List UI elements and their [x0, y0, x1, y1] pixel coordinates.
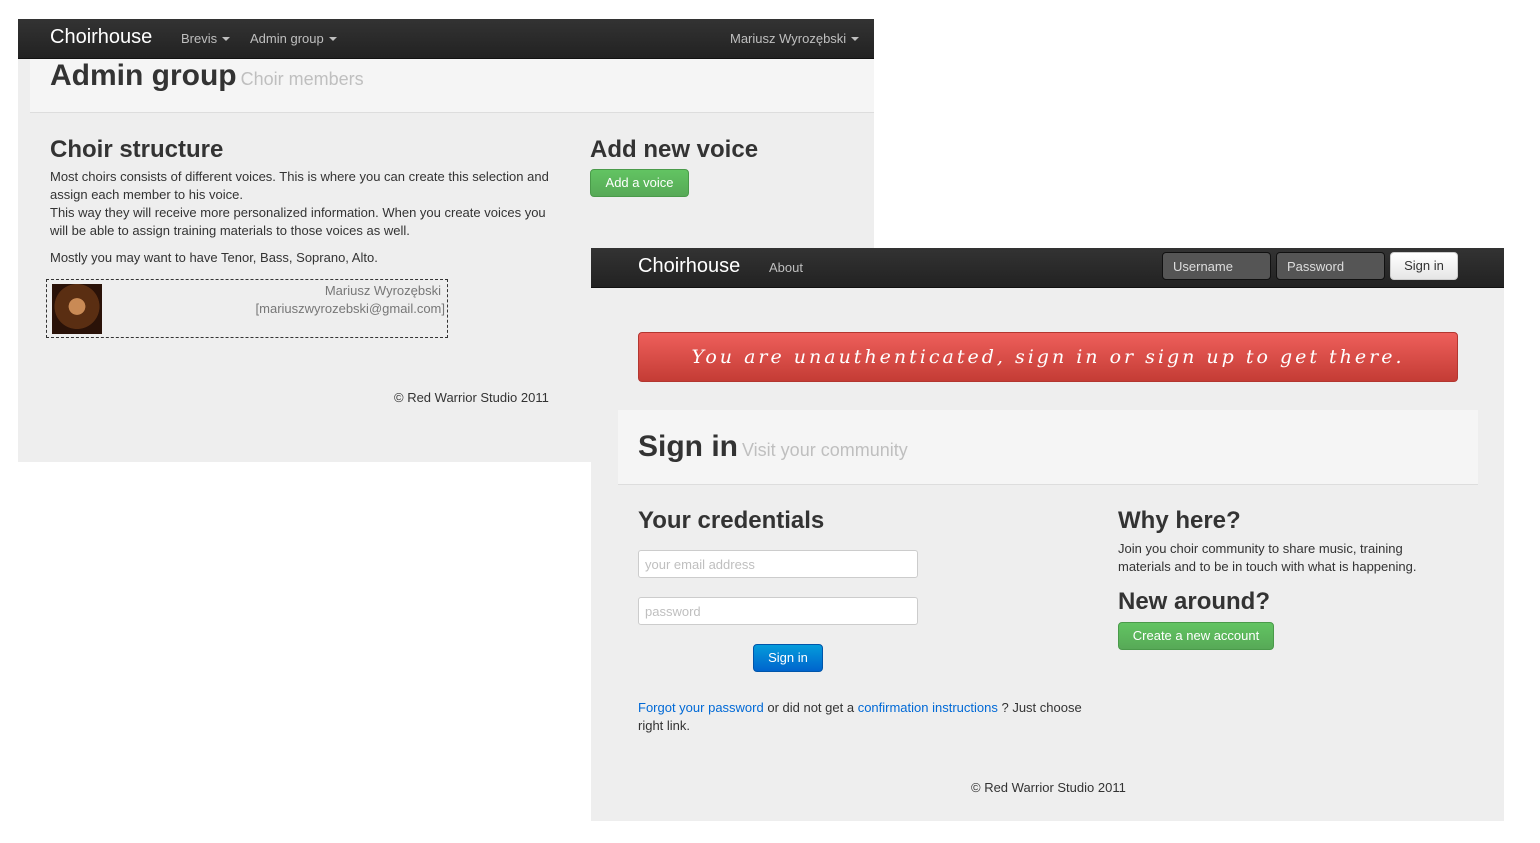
page-title: Sign in Visit your community — [638, 430, 908, 464]
new-around-heading: New around? — [1118, 588, 1271, 615]
add-voice-button[interactable]: Add a voice — [590, 169, 689, 197]
nav-dropdown-label: Brevis — [181, 31, 218, 46]
nav-link-about[interactable]: About — [769, 260, 803, 275]
top-navbar: Choirhouse Brevis Admin group Mariusz Wy… — [18, 19, 874, 59]
member-name: Mariusz Wyrozębski — [324, 283, 441, 298]
user-menu[interactable]: Mariusz Wyrozębski — [730, 31, 860, 46]
add-voice-heading: Add new voice — [590, 136, 759, 163]
navbar-password-input[interactable] — [1276, 252, 1385, 280]
email-field[interactable] — [638, 550, 918, 578]
forgot-password-link[interactable]: Forgot your password — [638, 700, 764, 715]
page-title-text: Admin group — [50, 59, 237, 92]
choir-structure-heading: Choir structure — [50, 136, 224, 163]
member-card[interactable]: Mariusz Wyrozębski [mariuszwyrozebski@gm… — [46, 279, 448, 338]
caret-down-icon — [222, 36, 231, 41]
structure-paragraph-1: Most choirs consists of different voices… — [50, 169, 549, 202]
navbar-username-input[interactable] — [1162, 252, 1271, 280]
top-navbar: Choirhouse About Sign in — [591, 248, 1504, 288]
page-title: Admin group Choir members — [50, 59, 364, 93]
help-text: Forgot your password or did not get a co… — [638, 699, 1098, 735]
brand-link[interactable]: Choirhouse — [50, 26, 152, 49]
page-subtitle: Visit your community — [742, 440, 908, 460]
confirmation-instructions-link[interactable]: confirmation instructions — [858, 700, 998, 715]
structure-paragraph-3: Mostly you may want to have Tenor, Bass,… — [50, 250, 378, 265]
caret-down-icon — [851, 36, 860, 41]
nav-dropdown-label: Admin group — [250, 31, 324, 46]
why-here-text: Join you choir community to share music,… — [1118, 541, 1417, 574]
signin-button[interactable]: Sign in — [753, 644, 823, 672]
credentials-heading: Your credentials — [638, 507, 825, 534]
avatar — [52, 284, 102, 334]
structure-paragraph-2: This way they will receive more personal… — [50, 205, 546, 238]
why-here-heading: Why here? — [1118, 507, 1241, 534]
brand-link[interactable]: Choirhouse — [638, 255, 740, 278]
nav-dropdown-admin-group[interactable]: Admin group — [250, 31, 337, 46]
caret-down-icon — [328, 36, 337, 41]
signin-window: Choirhouse About Sign in You are unauthe… — [591, 248, 1504, 821]
footer-copyright: © Red Warrior Studio 2011 — [394, 390, 549, 405]
user-name: Mariusz Wyrozębski — [730, 31, 847, 46]
page-title-text: Sign in — [638, 430, 738, 463]
create-account-button[interactable]: Create a new account — [1118, 622, 1274, 650]
nav-dropdown-brevis[interactable]: Brevis — [181, 31, 231, 46]
page-subtitle: Choir members — [240, 69, 364, 89]
help-text-middle: or did not get a — [763, 700, 858, 715]
footer-copyright: © Red Warrior Studio 2011 — [971, 780, 1126, 795]
member-email: [mariuszwyrozebski@gmail.com] — [255, 301, 445, 316]
navbar-signin-button[interactable]: Sign in — [1390, 252, 1458, 280]
unauthenticated-alert: You are unauthenticated, sign in or sign… — [638, 332, 1458, 382]
password-field[interactable] — [638, 597, 918, 625]
